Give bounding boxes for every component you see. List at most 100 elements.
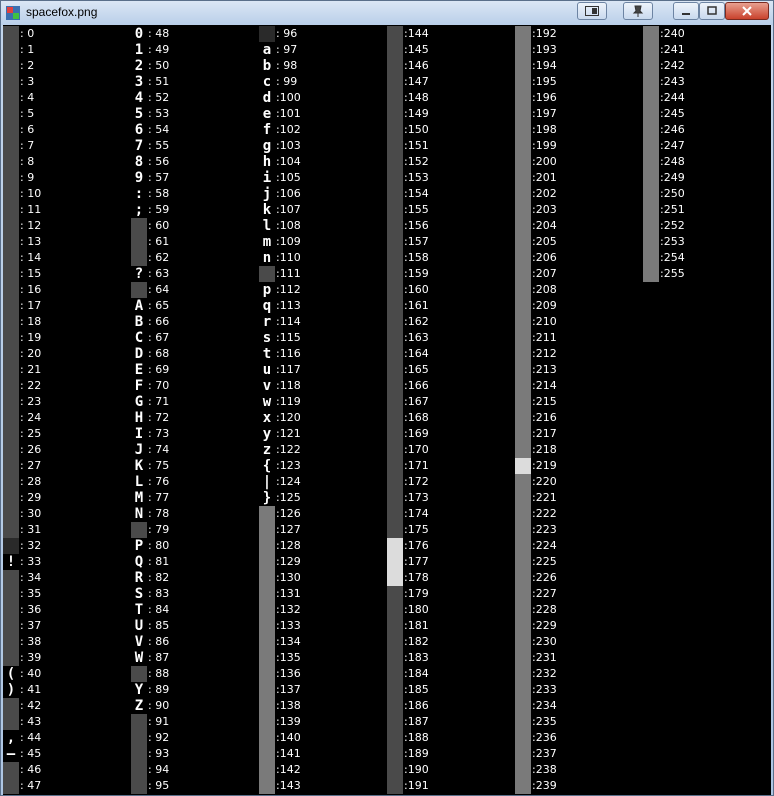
tile-index-label: :232 (532, 667, 557, 680)
tile-sprite: J (131, 442, 147, 458)
tile-sprite (259, 730, 275, 746)
tile-sprite (387, 394, 403, 410)
tile-index-label: :122 (276, 443, 301, 456)
tile-index-label: :244 (660, 91, 685, 104)
tile-sprite (259, 570, 275, 586)
maximize-button[interactable] (699, 2, 725, 20)
tile-index-label: :179 (404, 587, 429, 600)
tile-sprite (515, 778, 531, 794)
tile-sprite (515, 522, 531, 538)
tile-cell: h:104 (259, 154, 387, 170)
tile-sprite: k (259, 202, 275, 218)
tile-sprite (515, 570, 531, 586)
tile-sprite (387, 106, 403, 122)
tile-sprite: 9 (131, 170, 147, 186)
title-bar[interactable]: spacefox.png (1, 1, 773, 25)
tile-cell: G: 71 (131, 394, 259, 410)
tile-sprite: H (131, 410, 147, 426)
tile-index-label: : 97 (276, 43, 298, 56)
tile-sprite (515, 218, 531, 234)
window-toggle-button[interactable] (577, 2, 607, 20)
tile-cell: :162 (387, 314, 515, 330)
tile-index-label: :127 (276, 523, 301, 536)
tile-cell: : 38 (3, 634, 131, 650)
tile-sprite: ? (131, 266, 147, 282)
tile-sprite: D (131, 346, 147, 362)
tile-index-label: : 38 (20, 635, 42, 648)
tile-cell: : 15 (3, 266, 131, 282)
tile-cell: : 95 (131, 778, 259, 794)
tile-cell: :195 (515, 74, 643, 90)
tile-index-label: :158 (404, 251, 429, 264)
tile-cell: :217 (515, 426, 643, 442)
tile-cell: :252 (643, 218, 771, 234)
tile-index-label: :141 (276, 747, 301, 760)
tile-index-label: :133 (276, 619, 301, 632)
tile-cell: :142 (259, 762, 387, 778)
tile-cell: :: 58 (131, 186, 259, 202)
tile-cell: :214 (515, 378, 643, 394)
tile-index-label: : 2 (20, 59, 35, 72)
tile-cell: :126 (259, 506, 387, 522)
pin-button[interactable] (623, 2, 653, 20)
tile-cell: :231 (515, 650, 643, 666)
tile-cell: : 61 (131, 234, 259, 250)
tile-cell: : 47 (3, 778, 131, 794)
tile-cell: 0: 48 (131, 26, 259, 42)
tile-sprite (387, 586, 403, 602)
tile-sprite (515, 122, 531, 138)
tile-cell: :190 (387, 762, 515, 778)
tile-cell: : 8 (3, 154, 131, 170)
tile-index-label: :243 (660, 75, 685, 88)
tile-index-label: :168 (404, 411, 429, 424)
tile-sprite (131, 730, 147, 746)
tile-index-label: : 9 (20, 171, 35, 184)
tile-index-label: : 34 (20, 571, 42, 584)
tile-cell: :254 (643, 250, 771, 266)
tile-sprite (515, 714, 531, 730)
tile-sprite: B (131, 314, 147, 330)
tile-sprite (3, 250, 19, 266)
tile-cell: :212 (515, 346, 643, 362)
tile-sprite: L (131, 474, 147, 490)
tile-index-label: : 75 (148, 459, 170, 472)
tile-cell: 2: 50 (131, 58, 259, 74)
tile-index-label: : 8 (20, 155, 35, 168)
tile-index-label: :182 (404, 635, 429, 648)
tile-sprite (515, 58, 531, 74)
tile-index-label: :157 (404, 235, 429, 248)
tile-sprite (131, 282, 147, 298)
tile-sprite: ) (3, 682, 19, 698)
tile-sprite (387, 618, 403, 634)
close-button[interactable] (725, 2, 769, 20)
tile-sprite (515, 650, 531, 666)
tile-sprite (3, 490, 19, 506)
tile-cell: 8: 56 (131, 154, 259, 170)
tile-grid[interactable]: : 0: 1: 2: 3: 4: 5: 6: 7: 8: 9: 10: 11: … (3, 25, 771, 795)
tile-sprite: V (131, 634, 147, 650)
tile-sprite (387, 746, 403, 762)
tile-cell: :215 (515, 394, 643, 410)
minimize-button[interactable] (673, 2, 699, 20)
tile-index-label: :109 (276, 235, 301, 248)
tile-sprite (3, 314, 19, 330)
tile-index-label: : 6 (20, 123, 35, 136)
tile-index-label: :185 (404, 683, 429, 696)
tile-index-label: :188 (404, 731, 429, 744)
tile-index-label: :193 (532, 43, 557, 56)
tile-cell: :236 (515, 730, 643, 746)
tile-cell: : 5 (3, 106, 131, 122)
tile-index-label: :217 (532, 427, 557, 440)
tile-sprite: P (131, 538, 147, 554)
tile-index-label: :172 (404, 475, 429, 488)
tile-cell: :227 (515, 586, 643, 602)
tile-cell: q:113 (259, 298, 387, 314)
tile-index-label: :197 (532, 107, 557, 120)
tile-index-label: :154 (404, 187, 429, 200)
tile-sprite (387, 250, 403, 266)
tile-index-label: :143 (276, 779, 301, 792)
tile-cell: :153 (387, 170, 515, 186)
close-icon (742, 6, 752, 16)
tile-index-label: :200 (532, 155, 557, 168)
tile-index-label: :183 (404, 651, 429, 664)
